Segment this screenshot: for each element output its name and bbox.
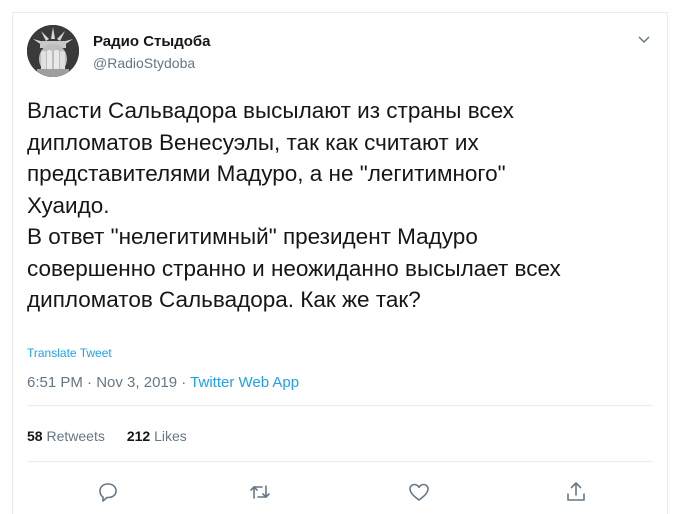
meta-separator: ·: [82, 374, 97, 391]
tweet-card: Радио Стыдоба @RadioStydoba Власти Сальв…: [12, 12, 668, 514]
tweet-text: Власти Сальвадора высылают из страны все…: [27, 98, 561, 312]
tweet-time[interactable]: 6:51 PM: [27, 374, 83, 391]
user-handle[interactable]: @RadioStydoba: [93, 55, 195, 71]
divider: [27, 405, 653, 406]
divider: [27, 461, 653, 462]
like-icon[interactable]: [406, 479, 432, 505]
chevron-down-icon[interactable]: [637, 35, 651, 45]
retweet-icon[interactable]: [247, 479, 273, 505]
avatar-image: [27, 25, 79, 77]
retweets-label: Retweets: [46, 428, 105, 444]
tweet-stats: 58 Retweets 212 Likes: [27, 428, 187, 444]
reply-icon[interactable]: [95, 479, 121, 505]
translate-tweet-link[interactable]: Translate Tweet: [27, 346, 112, 360]
likes-label: Likes: [154, 428, 187, 444]
tweet-date[interactable]: Nov 3, 2019: [96, 374, 177, 391]
tweet-actions: [13, 479, 667, 509]
likes-stat[interactable]: 212 Likes: [127, 428, 187, 444]
likes-count: 212: [126, 428, 151, 444]
share-icon[interactable]: [563, 479, 589, 505]
tweet-meta: 6:51 PM · Nov 3, 2019 · Twitter Web App: [27, 374, 299, 391]
retweets-stat[interactable]: 58 Retweets: [27, 428, 105, 444]
avatar[interactable]: [27, 25, 79, 77]
tweet-source[interactable]: Twitter Web App: [190, 374, 299, 391]
meta-separator: ·: [177, 374, 191, 391]
retweets-count: 58: [27, 428, 43, 444]
display-name[interactable]: Радио Стыдоба: [93, 33, 211, 50]
